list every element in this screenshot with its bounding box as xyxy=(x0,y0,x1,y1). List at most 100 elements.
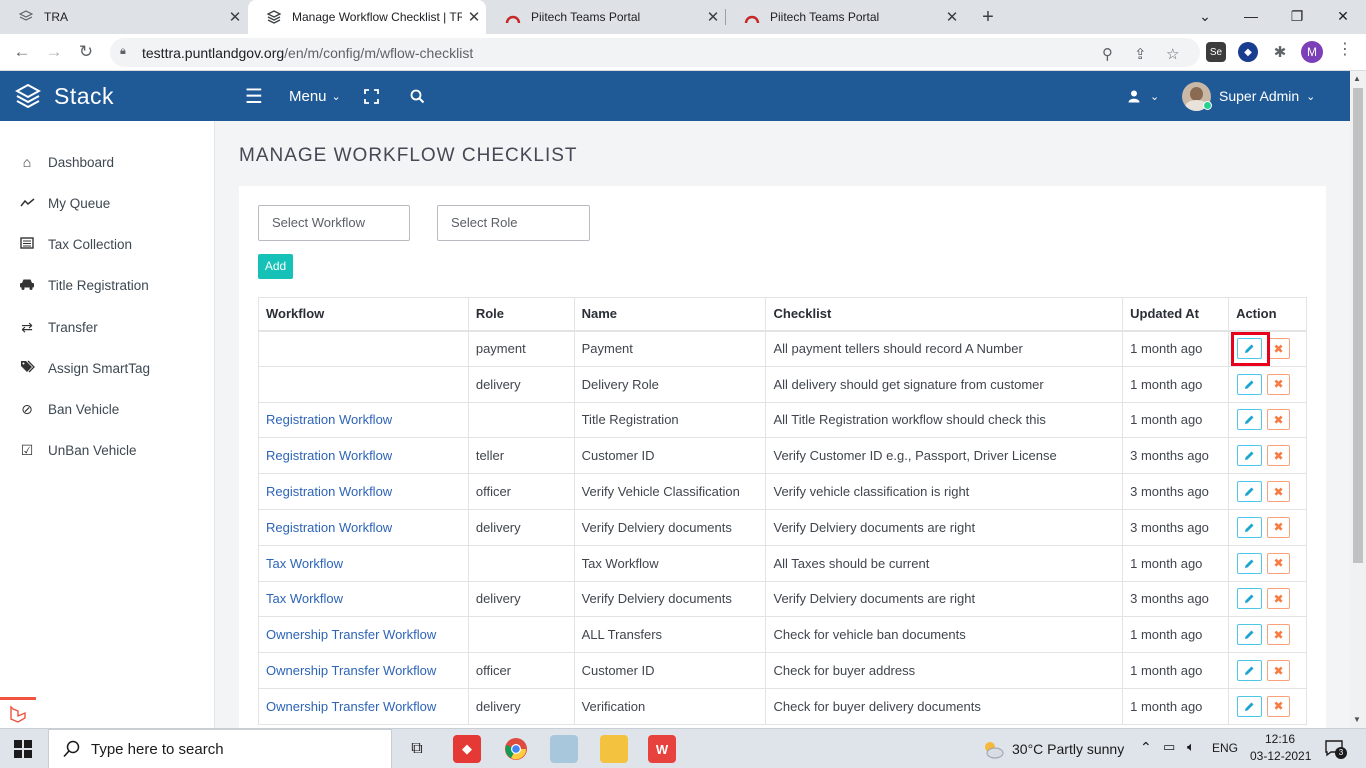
add-button[interactable]: Add xyxy=(258,254,293,279)
workflow-cell[interactable]: Tax Workflow xyxy=(258,580,469,618)
clock-date[interactable]: 03-12-2021 xyxy=(1250,749,1311,763)
admin-profile[interactable]: Super Admin ⌄ xyxy=(1182,71,1315,121)
workflow-cell[interactable]: Registration Workflow xyxy=(258,437,469,475)
delete-button[interactable]: ✖ xyxy=(1267,660,1291,682)
extension-shield-icon[interactable]: ◆ xyxy=(1238,42,1258,62)
app-window-icon[interactable] xyxy=(550,735,578,763)
delete-button[interactable]: ✖ xyxy=(1267,409,1291,431)
edit-button[interactable] xyxy=(1237,516,1263,538)
edit-button[interactable] xyxy=(1237,552,1263,574)
reload-icon[interactable]: ↻ xyxy=(74,40,98,64)
bookmark-star-icon[interactable]: ☆ xyxy=(1166,45,1179,63)
clock-time[interactable]: 12:16 xyxy=(1265,732,1295,746)
edit-button[interactable] xyxy=(1237,588,1263,610)
sidebar-item-assign-smarttag[interactable]: Assign SmartTag xyxy=(0,353,215,383)
sidebar-item-ban-vehicle[interactable]: ⊘ Ban Vehicle xyxy=(0,394,215,424)
user-dropdown[interactable]: ⌄ xyxy=(1128,71,1159,121)
tab-search-chevron-icon[interactable]: ⌄ xyxy=(1182,0,1228,34)
menu-dropdown[interactable]: Menu ⌄ xyxy=(289,71,341,121)
file-explorer-icon[interactable] xyxy=(600,735,628,763)
volume-icon[interactable]: 🔈︎ xyxy=(1187,739,1195,755)
weather-text[interactable]: 30°C Partly sunny xyxy=(1012,741,1124,757)
browser-menu-icon[interactable]: ⋮ xyxy=(1337,39,1353,59)
selenium-extension-icon[interactable]: Se xyxy=(1206,42,1226,62)
workflow-cell[interactable]: Registration Workflow xyxy=(258,473,469,510)
minimize-icon[interactable]: — xyxy=(1228,0,1274,34)
browser-tab-checklist[interactable]: Manage Workflow Checklist | TRA ✕ xyxy=(248,0,486,34)
edit-button[interactable] xyxy=(1237,695,1263,717)
scroll-down-icon[interactable]: ▼ xyxy=(1353,715,1361,724)
browser-tab-piitech-1[interactable]: Piitech Teams Portal ✕ xyxy=(487,0,725,34)
sidebar-item-dashboard[interactable]: ⌂ Dashboard xyxy=(0,147,215,177)
vertical-scrollbar[interactable]: ▲ ▼ xyxy=(1350,71,1366,728)
close-tab-icon[interactable]: ✕ xyxy=(462,8,486,26)
profile-avatar[interactable]: M xyxy=(1301,41,1323,63)
sidebar-item-transfer[interactable]: ⇄ Transfer xyxy=(0,312,215,342)
delete-button[interactable]: ✖ xyxy=(1267,552,1291,574)
address-bar[interactable]: 🔒︎ testtra.puntlandgov.org/en/m/config/m… xyxy=(110,38,1200,67)
edit-button[interactable] xyxy=(1237,409,1263,431)
search-icon[interactable] xyxy=(410,71,425,121)
forward-icon[interactable]: → xyxy=(42,40,66,64)
workflow-cell[interactable]: Tax Workflow xyxy=(258,544,469,582)
edit-button[interactable] xyxy=(1237,660,1263,682)
edit-button[interactable] xyxy=(1237,445,1263,467)
close-tab-icon[interactable]: ✕ xyxy=(223,8,247,26)
sidebar-item-tax-collection[interactable]: Tax Collection xyxy=(0,229,215,259)
sidebar-item-title-registration[interactable]: Title Registration xyxy=(0,270,215,300)
edit-button[interactable] xyxy=(1237,373,1263,395)
laravel-debugbar-icon[interactable] xyxy=(0,697,36,728)
sidebar-item-unban-vehicle[interactable]: ☑ UnBan Vehicle xyxy=(0,435,215,465)
close-tab-icon[interactable]: ✕ xyxy=(940,8,964,26)
delete-button[interactable]: ✖ xyxy=(1267,481,1291,503)
delete-button[interactable]: ✖ xyxy=(1267,588,1291,610)
delete-button[interactable]: ✖ xyxy=(1267,445,1291,467)
delete-button[interactable]: ✖ xyxy=(1267,373,1291,395)
wps-office-icon[interactable]: W xyxy=(648,735,676,763)
select-workflow-dropdown[interactable]: Select Workflow xyxy=(258,205,410,241)
zoom-icon[interactable]: ⚲ xyxy=(1102,45,1113,63)
workflow-cell[interactable]: Registration Workflow xyxy=(258,508,469,546)
taskbar-search-box[interactable]: Type here to search xyxy=(48,729,392,768)
edit-button[interactable] xyxy=(1237,481,1263,503)
back-icon[interactable]: ← xyxy=(10,40,34,64)
new-tab-icon[interactable]: + xyxy=(976,4,1000,30)
select-role-dropdown[interactable]: Select Role xyxy=(437,205,590,241)
extensions-puzzle-icon[interactable]: ✱ xyxy=(1270,42,1290,62)
fullscreen-icon[interactable] xyxy=(364,71,379,121)
chrome-app-icon[interactable] xyxy=(502,735,530,763)
notification-icon[interactable]: 3 xyxy=(1325,739,1347,760)
delete-button[interactable]: ✖ xyxy=(1267,338,1291,360)
workflow-cell[interactable]: Ownership Transfer Workflow xyxy=(258,616,469,654)
pencil-icon xyxy=(1245,523,1254,532)
close-tab-icon[interactable]: ✕ xyxy=(701,8,725,26)
browser-tab-piitech-2[interactable]: Piitech Teams Portal ✕ xyxy=(726,0,964,34)
brand[interactable]: Stack xyxy=(0,71,215,121)
sidebar-item-my-queue[interactable]: My Queue xyxy=(0,188,215,218)
piitech-favicon-icon xyxy=(744,9,760,25)
language-indicator[interactable]: ENG xyxy=(1212,741,1238,755)
pencil-icon xyxy=(1245,487,1254,497)
name-cell: Payment xyxy=(573,330,767,367)
task-view-icon[interactable]: ⧉ xyxy=(403,735,431,763)
close-window-icon[interactable]: ✕ xyxy=(1320,0,1366,34)
workflow-cell[interactable]: Registration Workflow xyxy=(258,401,469,439)
delete-button[interactable]: ✖ xyxy=(1267,695,1291,717)
pencil-icon xyxy=(1245,702,1254,711)
delete-button[interactable]: ✖ xyxy=(1267,516,1291,538)
browser-tab-tra[interactable]: TRA ✕ xyxy=(0,0,247,34)
tray-chevron-up-icon[interactable]: ⌃ xyxy=(1140,739,1152,756)
scroll-up-icon[interactable]: ▲ xyxy=(1353,74,1361,83)
edit-button[interactable] xyxy=(1237,624,1263,646)
network-icon[interactable]: ▭ xyxy=(1163,739,1175,755)
workflow-cell[interactable]: Ownership Transfer Workflow xyxy=(258,687,469,725)
scroll-thumb[interactable] xyxy=(1353,88,1363,563)
hamburger-icon[interactable]: ☰ xyxy=(245,71,263,121)
share-icon[interactable]: ⇪ xyxy=(1134,45,1147,63)
restore-icon[interactable]: ❐ xyxy=(1274,0,1320,34)
table-row: Registration Workflow Title Registration A… xyxy=(258,401,1307,439)
workflow-cell[interactable]: Ownership Transfer Workflow xyxy=(258,652,469,689)
anydesk-app-icon[interactable]: ◆ xyxy=(453,735,481,763)
delete-button[interactable]: ✖ xyxy=(1267,624,1291,646)
windows-start-icon[interactable] xyxy=(14,740,32,761)
